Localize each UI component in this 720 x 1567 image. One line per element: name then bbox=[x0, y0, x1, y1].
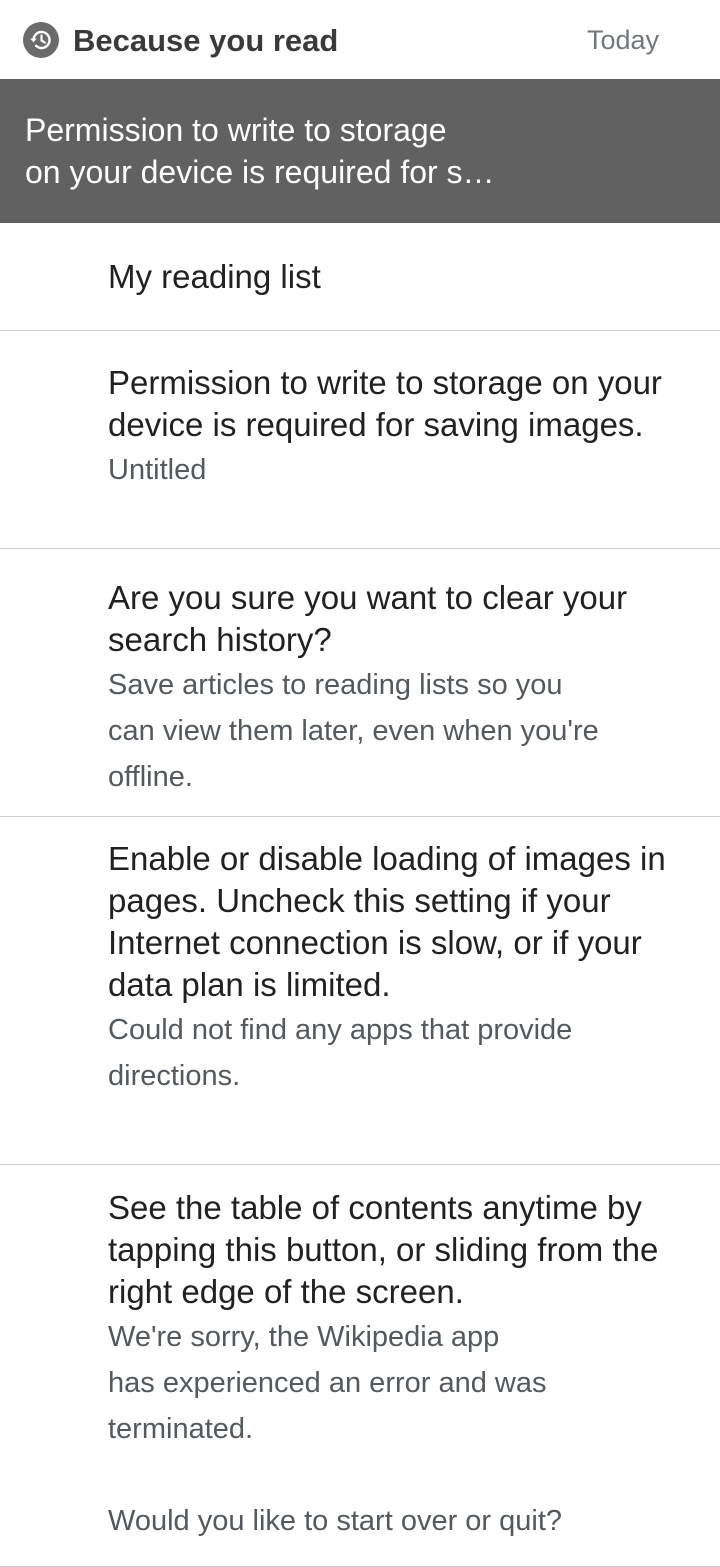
card-date: Today bbox=[586, 25, 659, 55]
list-item-title: Are you sure you want to clear your sear… bbox=[108, 579, 628, 658]
subtitle-line: Would you like to start over or quit? bbox=[108, 1505, 563, 1537]
list-item[interactable]: Enable or disable loading of images in p… bbox=[0, 817, 720, 1165]
list-item-subtitle: Untitled bbox=[108, 447, 684, 493]
article-list: My reading list Permission to write to s… bbox=[0, 223, 720, 1567]
banner-text-line-2: on your device is required for s… bbox=[25, 154, 495, 190]
list-item[interactable]: Are you sure you want to clear your sear… bbox=[0, 549, 720, 817]
subtitle-line: Save articles to reading lists so you bbox=[108, 669, 563, 701]
subtitle-line: has experienced an error and was bbox=[108, 1367, 547, 1399]
subtitle-line: offline. bbox=[108, 761, 193, 793]
list-item-title: See the table of contents anytime by tap… bbox=[108, 1189, 659, 1310]
card-title: Because you read bbox=[73, 23, 339, 58]
list-item-title: My reading list bbox=[108, 258, 321, 295]
subtitle-line: Could not find any apps that provide bbox=[108, 1014, 573, 1046]
list-item[interactable]: My reading list bbox=[0, 223, 720, 331]
subtitle-blank-line bbox=[108, 1452, 684, 1498]
subtitle-line: terminated. bbox=[108, 1413, 254, 1445]
list-item[interactable]: Permission to write to storage on your d… bbox=[0, 331, 720, 549]
permission-banner[interactable]: Permission to write to storage on your d… bbox=[0, 79, 720, 223]
list-item[interactable]: See the table of contents anytime by tap… bbox=[0, 1165, 720, 1567]
list-item-subtitle: We're sorry, the Wikipedia app has exper… bbox=[108, 1314, 684, 1544]
subtitle-line: We're sorry, the Wikipedia app bbox=[108, 1321, 500, 1353]
list-item-title: Enable or disable loading of images in p… bbox=[108, 840, 666, 1003]
subtitle-line: Untitled bbox=[108, 454, 207, 486]
subtitle-line: directions. bbox=[108, 1060, 241, 1092]
card-header: Because you read Today bbox=[0, 0, 720, 79]
history-icon bbox=[23, 22, 59, 58]
list-item-subtitle: Save articles to reading lists so you ca… bbox=[108, 662, 684, 800]
list-item-title: Permission to write to storage on your d… bbox=[108, 364, 662, 443]
banner-text-line-1: Permission to write to storage bbox=[25, 112, 447, 148]
subtitle-line: can view them later, even when you're bbox=[108, 715, 599, 747]
list-item-subtitle: Could not find any apps that provide dir… bbox=[108, 1007, 684, 1099]
